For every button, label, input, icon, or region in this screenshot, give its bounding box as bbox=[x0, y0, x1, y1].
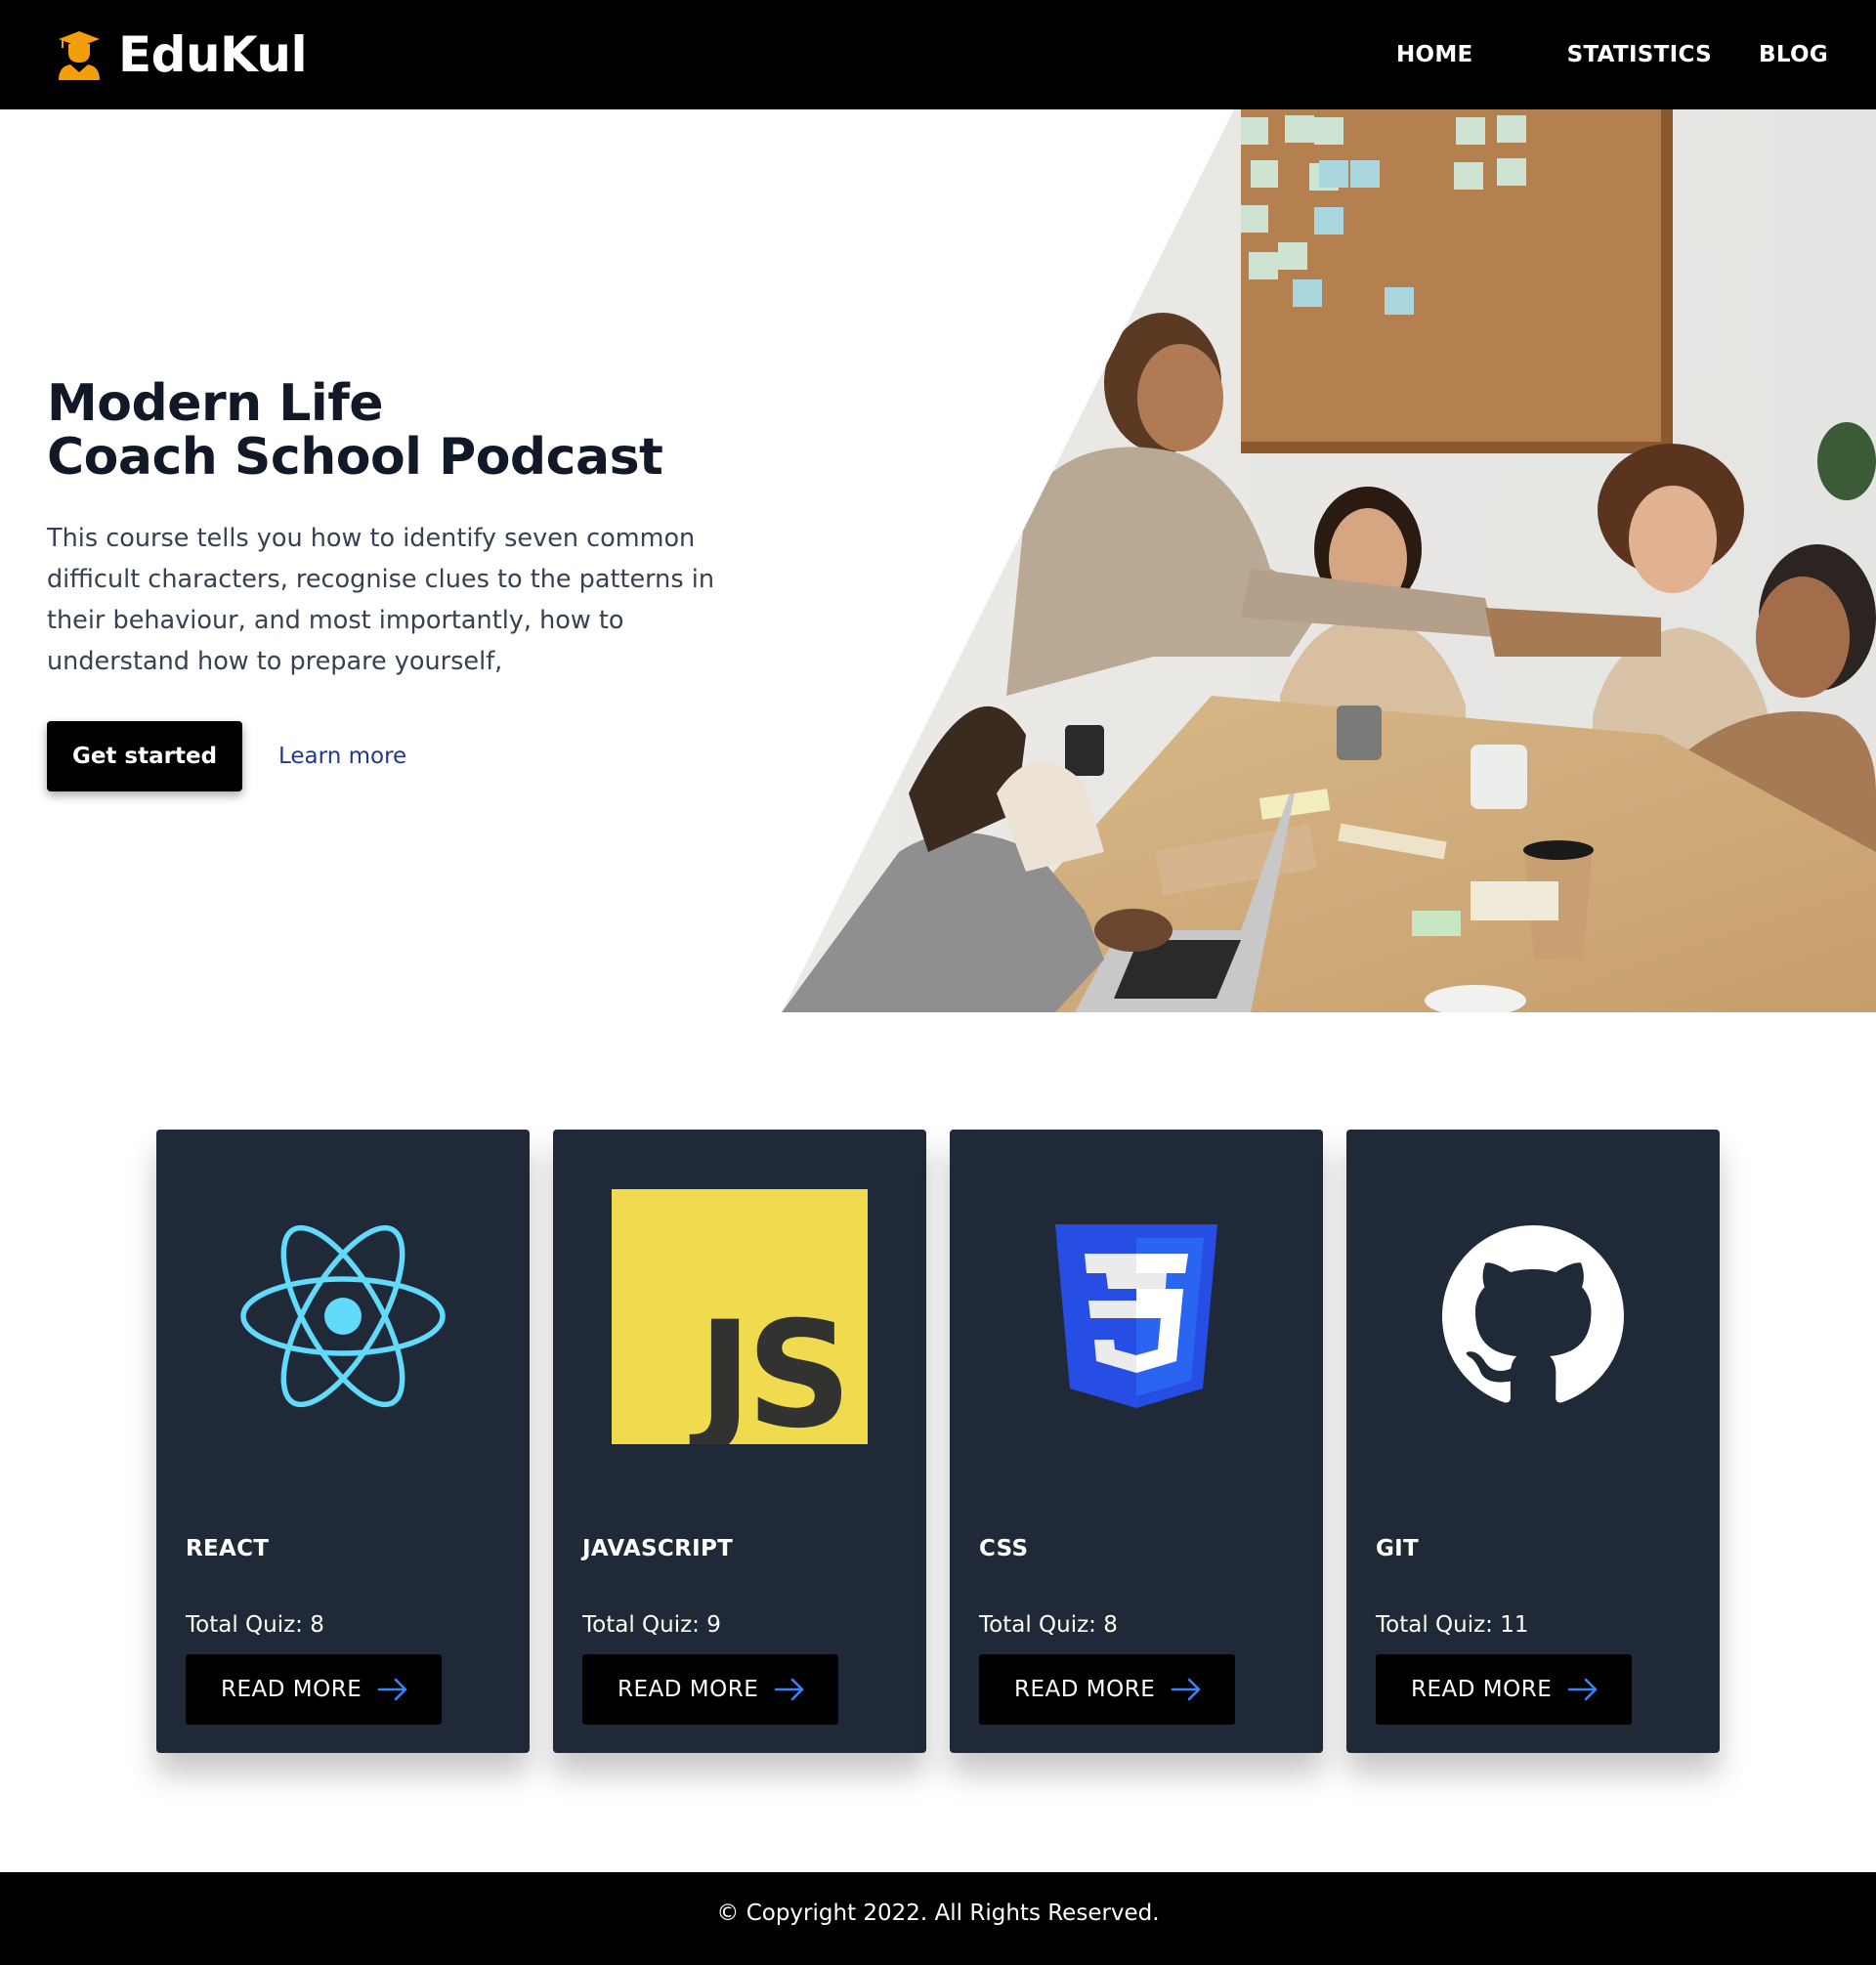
quiz-card-javascript: JS JAVASCRIPT Total Quiz: 9 READ MORE bbox=[553, 1130, 926, 1753]
quiz-cards: REACT Total Quiz: 8 READ MORE JS JAVASCR… bbox=[156, 1130, 1720, 1753]
hero-title-line1: Modern Life bbox=[47, 374, 384, 433]
card-quiz-count: Total Quiz: 11 bbox=[1376, 1612, 1529, 1638]
graduate-icon bbox=[59, 31, 100, 80]
brand-link[interactable]: EduKul bbox=[57, 26, 308, 83]
brand-name: EduKul bbox=[118, 26, 308, 83]
read-more-label: READ MORE bbox=[1411, 1677, 1553, 1702]
card-logo: JS bbox=[611, 1188, 869, 1444]
card-quiz-count: Total Quiz: 8 bbox=[186, 1612, 324, 1638]
read-more-label: READ MORE bbox=[1014, 1677, 1156, 1702]
read-more-button[interactable]: READ MORE bbox=[186, 1654, 442, 1725]
quiz-card-react: REACT Total Quiz: 8 READ MORE bbox=[156, 1130, 530, 1753]
card-title: REACT bbox=[186, 1536, 270, 1561]
hero-actions: Get started Learn more bbox=[47, 721, 750, 791]
arrow-right-icon bbox=[377, 1678, 407, 1701]
css3-icon bbox=[1055, 1224, 1217, 1408]
card-quiz-count: Total Quiz: 8 bbox=[979, 1612, 1118, 1638]
card-title: JAVASCRIPT bbox=[582, 1536, 734, 1561]
card-quiz-count: Total Quiz: 9 bbox=[582, 1612, 721, 1638]
arrow-right-icon bbox=[1171, 1678, 1201, 1701]
arrow-right-icon bbox=[774, 1678, 804, 1701]
read-more-button[interactable]: READ MORE bbox=[1376, 1654, 1632, 1725]
github-icon bbox=[1442, 1225, 1624, 1403]
hero-description: This course tells you how to identify se… bbox=[47, 524, 714, 676]
card-logo bbox=[1404, 1188, 1662, 1444]
quiz-card-css: CSS Total Quiz: 8 READ MORE bbox=[950, 1130, 1323, 1753]
navbar: EduKul HOME STATISTICS BLOG bbox=[0, 0, 1876, 109]
read-more-button[interactable]: READ MORE bbox=[979, 1654, 1235, 1725]
read-more-label: READ MORE bbox=[221, 1677, 362, 1702]
hero-title: Modern Life Coach School Podcast bbox=[47, 377, 750, 485]
copyright-text: © Copyright 2022. All Rights Reserved. bbox=[716, 1900, 1160, 1926]
get-started-button[interactable]: Get started bbox=[47, 721, 242, 791]
hero-image bbox=[782, 109, 1876, 1012]
team-meeting-photo bbox=[782, 109, 1876, 1012]
nav-statistics[interactable]: STATISTICS bbox=[1567, 42, 1712, 67]
arrow-right-icon bbox=[1567, 1678, 1598, 1701]
javascript-icon: JS bbox=[612, 1188, 868, 1444]
react-icon bbox=[240, 1224, 446, 1408]
card-logo bbox=[1007, 1188, 1265, 1444]
card-title: CSS bbox=[979, 1536, 1029, 1561]
main-nav: HOME STATISTICS BLOG bbox=[1396, 42, 1828, 67]
hero-section: Modern Life Coach School Podcast This co… bbox=[47, 377, 750, 791]
learn-more-link[interactable]: Learn more bbox=[278, 744, 406, 769]
nav-blog[interactable]: BLOG bbox=[1759, 42, 1828, 67]
card-logo bbox=[214, 1188, 472, 1444]
nav-home[interactable]: HOME bbox=[1396, 42, 1473, 67]
quiz-card-git: GIT Total Quiz: 11 READ MORE bbox=[1346, 1130, 1720, 1753]
read-more-label: READ MORE bbox=[618, 1677, 759, 1702]
svg-text:JS: JS bbox=[689, 1291, 846, 1444]
card-title: GIT bbox=[1376, 1536, 1420, 1561]
footer: © Copyright 2022. All Rights Reserved. bbox=[0, 1872, 1876, 1965]
hero-title-line2: Coach School Podcast bbox=[47, 428, 663, 487]
read-more-button[interactable]: READ MORE bbox=[582, 1654, 838, 1725]
